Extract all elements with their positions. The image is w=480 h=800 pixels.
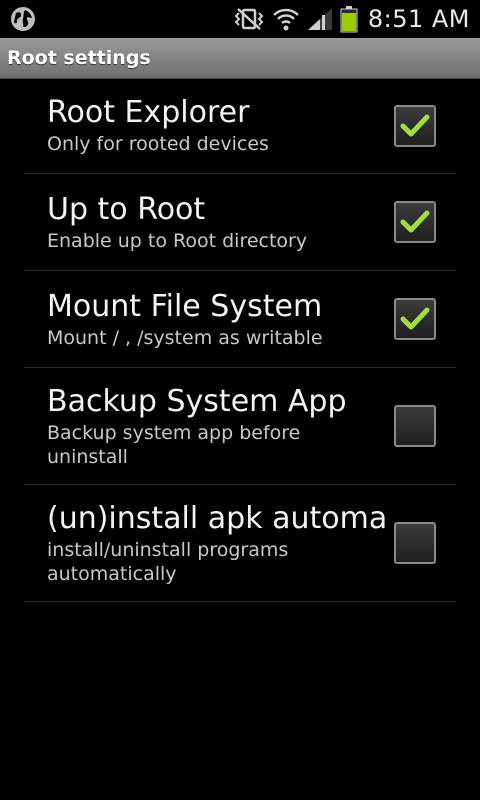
- setting-summary: Backup system app before uninstall: [47, 421, 301, 468]
- up-to-root-checkbox[interactable]: [394, 201, 436, 243]
- uninstall-apk-auto-checkbox[interactable]: [394, 522, 436, 564]
- title-bar: Root settings: [0, 38, 480, 79]
- backup-system-app-checkbox[interactable]: [394, 405, 436, 447]
- setting-title: Root Explorer: [47, 95, 250, 130]
- vibrate-mute-icon: [234, 8, 264, 30]
- setting-title: Mount File System: [47, 288, 323, 324]
- wifi-icon: [272, 8, 299, 31]
- page-title: Root settings: [7, 47, 151, 69]
- status-bar: 8:51 AM: [0, 0, 480, 38]
- settings-list: Root Explorer Only for rooted devices Up…: [0, 78, 480, 602]
- setting-mount-file-system[interactable]: Mount File System Mount / , /system as w…: [24, 271, 456, 368]
- setting-text: Root Explorer Only for rooted devices: [24, 95, 394, 156]
- setting-title: Up to Root: [47, 191, 206, 227]
- checkmark-icon: [400, 307, 430, 330]
- root-explorer-checkbox[interactable]: [394, 104, 436, 147]
- setting-root-explorer[interactable]: Root Explorer Only for rooted devices: [24, 78, 456, 174]
- setting-summary: Enable up to Root directory: [47, 229, 308, 252]
- setting-summary: install/uninstall programs automatically: [47, 538, 289, 585]
- status-icons: 8:51 AM: [232, 0, 470, 38]
- clock-time: 8:51 AM: [367, 5, 470, 33]
- setting-text: Mount File System Mount / , /system as w…: [24, 289, 394, 350]
- setting-backup-system-app[interactable]: Backup System App Backup system app befo…: [24, 368, 456, 485]
- setting-summary: Mount / , /system as writable: [47, 326, 323, 349]
- setting-text: Up to Root Enable up to Root directory: [24, 192, 394, 253]
- checkmark-icon: [400, 210, 430, 233]
- globe-icon: [11, 7, 35, 31]
- signal-icon: [307, 8, 332, 30]
- setting-uninstall-apk-auto[interactable]: (un)install apk automa install/uninstall…: [24, 485, 456, 602]
- mount-file-system-checkbox[interactable]: [394, 298, 436, 340]
- battery-icon: [340, 6, 358, 33]
- setting-title: Backup System App: [47, 383, 347, 419]
- checkmark-icon: [400, 114, 430, 136]
- setting-up-to-root[interactable]: Up to Root Enable up to Root directory: [24, 174, 456, 271]
- setting-text: (un)install apk automa install/uninstall…: [24, 501, 394, 586]
- setting-title: (un)install apk automa: [47, 500, 386, 536]
- setting-summary: Only for rooted devices: [47, 133, 269, 155]
- setting-text: Backup System App Backup system app befo…: [24, 384, 394, 469]
